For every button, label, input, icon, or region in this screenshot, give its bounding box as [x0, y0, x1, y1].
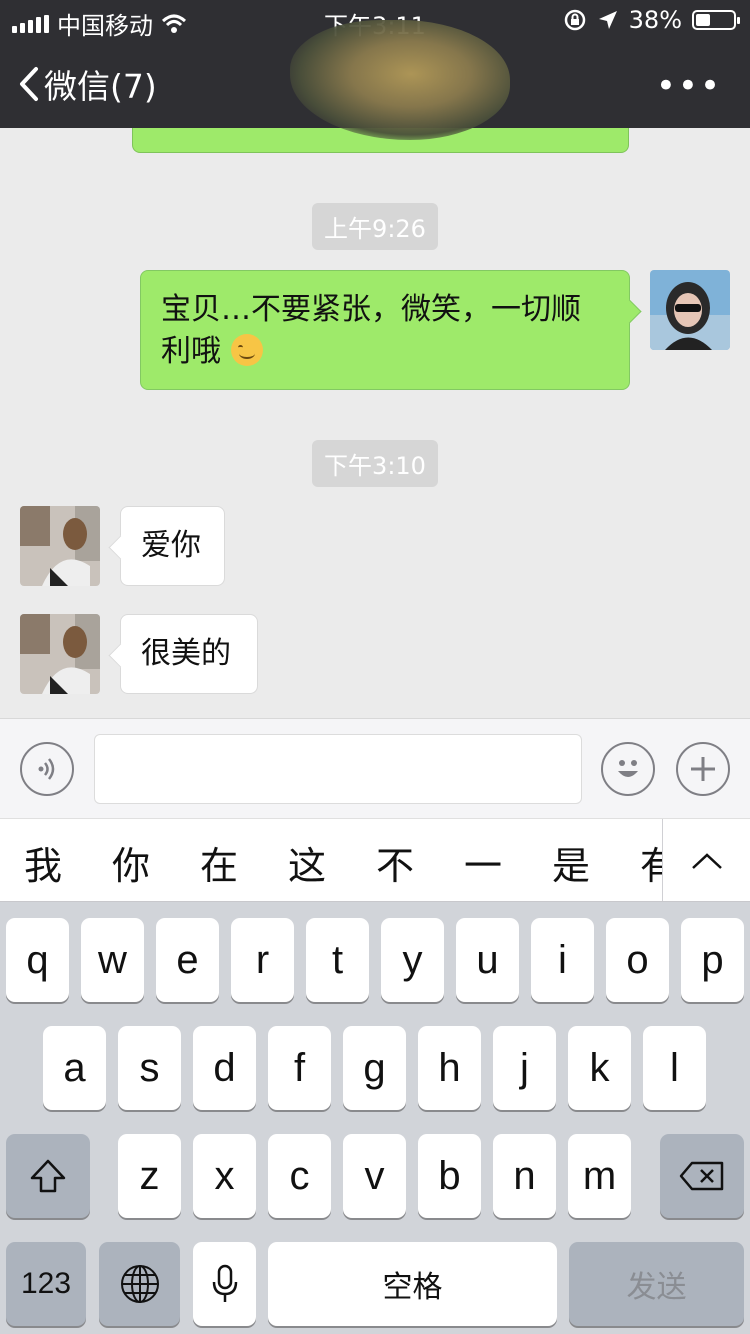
key-e[interactable]: e — [156, 918, 219, 1002]
candidate-item[interactable]: 我 — [24, 835, 62, 890]
key-l[interactable]: l — [643, 1026, 706, 1110]
candidate-item[interactable]: 是 — [552, 835, 590, 890]
contact-avatar-image — [20, 506, 100, 586]
key-s[interactable]: s — [118, 1026, 181, 1110]
key-b[interactable]: b — [418, 1134, 481, 1218]
message-bubble-received[interactable]: 爱你 — [108, 506, 225, 586]
key-w[interactable]: w — [81, 918, 144, 1002]
message-input[interactable] — [94, 734, 582, 804]
chat-area[interactable]: 上午9:26 宝贝…不要紧张，微笑，一切顺 利哦 下午3:10 爱你 很美的 — [0, 128, 750, 718]
key-r[interactable]: r — [231, 918, 294, 1002]
contact-avatar-image — [20, 614, 100, 694]
location-icon — [598, 11, 617, 29]
candidate-item[interactable]: 不 — [376, 835, 414, 890]
key-q[interactable]: q — [6, 918, 69, 1002]
space-key[interactable]: 空格 — [268, 1242, 557, 1326]
globe-icon — [120, 1265, 159, 1303]
message-text: 很美的 — [141, 636, 231, 671]
shift-icon — [30, 1159, 66, 1193]
voice-icon — [38, 758, 55, 780]
contact-avatar[interactable] — [20, 506, 100, 586]
plus-icon — [691, 757, 715, 781]
key-g[interactable]: g — [343, 1026, 406, 1110]
rotation-lock-icon — [564, 9, 585, 31]
back-label: 微信(7) — [44, 67, 157, 106]
key-k[interactable]: k — [568, 1026, 631, 1110]
key-x[interactable]: x — [193, 1134, 256, 1218]
message-bubble-received[interactable]: 很美的 — [108, 614, 258, 694]
timestamp: 上午9:26 — [0, 203, 750, 250]
status-right: 38% — [563, 6, 740, 34]
numbers-key[interactable]: 123 — [6, 1242, 86, 1326]
battery-percent: 38% — [628, 6, 682, 34]
candidate-bar: 我 你 在 这 不 一 是 有 — [0, 818, 750, 902]
microphone-key[interactable] — [193, 1242, 256, 1326]
key-f[interactable]: f — [268, 1026, 331, 1110]
key-t[interactable]: t — [306, 918, 369, 1002]
send-key[interactable]: 发送 — [569, 1242, 744, 1326]
globe-key[interactable] — [99, 1242, 180, 1326]
emoji-button[interactable] — [601, 742, 655, 796]
timestamp: 下午3:10 — [0, 440, 750, 487]
expand-candidates-button[interactable] — [662, 819, 750, 901]
key-p[interactable]: p — [681, 918, 744, 1002]
message-text-line2: 利哦 — [161, 331, 609, 373]
message-bubble-sent[interactable]: 宝贝…不要紧张，微笑，一切顺 利哦 — [140, 270, 642, 390]
contact-avatar[interactable] — [20, 614, 100, 694]
emoji-icon — [618, 760, 638, 777]
candidate-item[interactable]: 你 — [112, 835, 150, 890]
message-text: 爱你 — [141, 528, 201, 563]
key-v[interactable]: v — [343, 1134, 406, 1218]
backspace-key[interactable] — [660, 1134, 744, 1218]
key-c[interactable]: c — [268, 1134, 331, 1218]
key-m[interactable]: m — [568, 1134, 631, 1218]
smile-emoji-icon — [230, 334, 263, 366]
shift-key[interactable] — [6, 1134, 90, 1218]
key-a[interactable]: a — [43, 1026, 106, 1110]
key-o[interactable]: o — [606, 918, 669, 1002]
back-chevron-icon — [20, 67, 38, 101]
voice-button[interactable] — [20, 742, 74, 796]
message-text: 宝贝…不要紧张，微笑，一切顺 — [161, 292, 581, 327]
key-i[interactable]: i — [531, 918, 594, 1002]
key-u[interactable]: u — [456, 918, 519, 1002]
back-button[interactable]: 微信(7) — [18, 60, 157, 108]
key-y[interactable]: y — [381, 918, 444, 1002]
plus-button[interactable] — [676, 742, 730, 796]
candidate-item[interactable]: 在 — [200, 835, 238, 890]
input-bar — [0, 718, 750, 818]
backspace-icon — [679, 1161, 724, 1191]
candidate-item[interactable]: 这 — [288, 835, 326, 890]
key-h[interactable]: h — [418, 1026, 481, 1110]
my-avatar[interactable] — [650, 270, 730, 350]
keyboard: q w e r t y u i o p a s d f g h j k l z … — [0, 902, 750, 1334]
more-icon[interactable]: ••• — [656, 66, 722, 106]
key-d[interactable]: d — [193, 1026, 256, 1110]
key-z[interactable]: z — [118, 1134, 181, 1218]
key-j[interactable]: j — [493, 1026, 556, 1110]
battery-fill — [696, 14, 710, 26]
collapse-chevron-icon — [691, 853, 722, 869]
key-n[interactable]: n — [493, 1134, 556, 1218]
microphone-icon — [212, 1264, 237, 1302]
my-avatar-image — [650, 270, 730, 350]
candidate-item[interactable]: 一 — [464, 835, 502, 890]
battery-icon — [692, 10, 740, 30]
